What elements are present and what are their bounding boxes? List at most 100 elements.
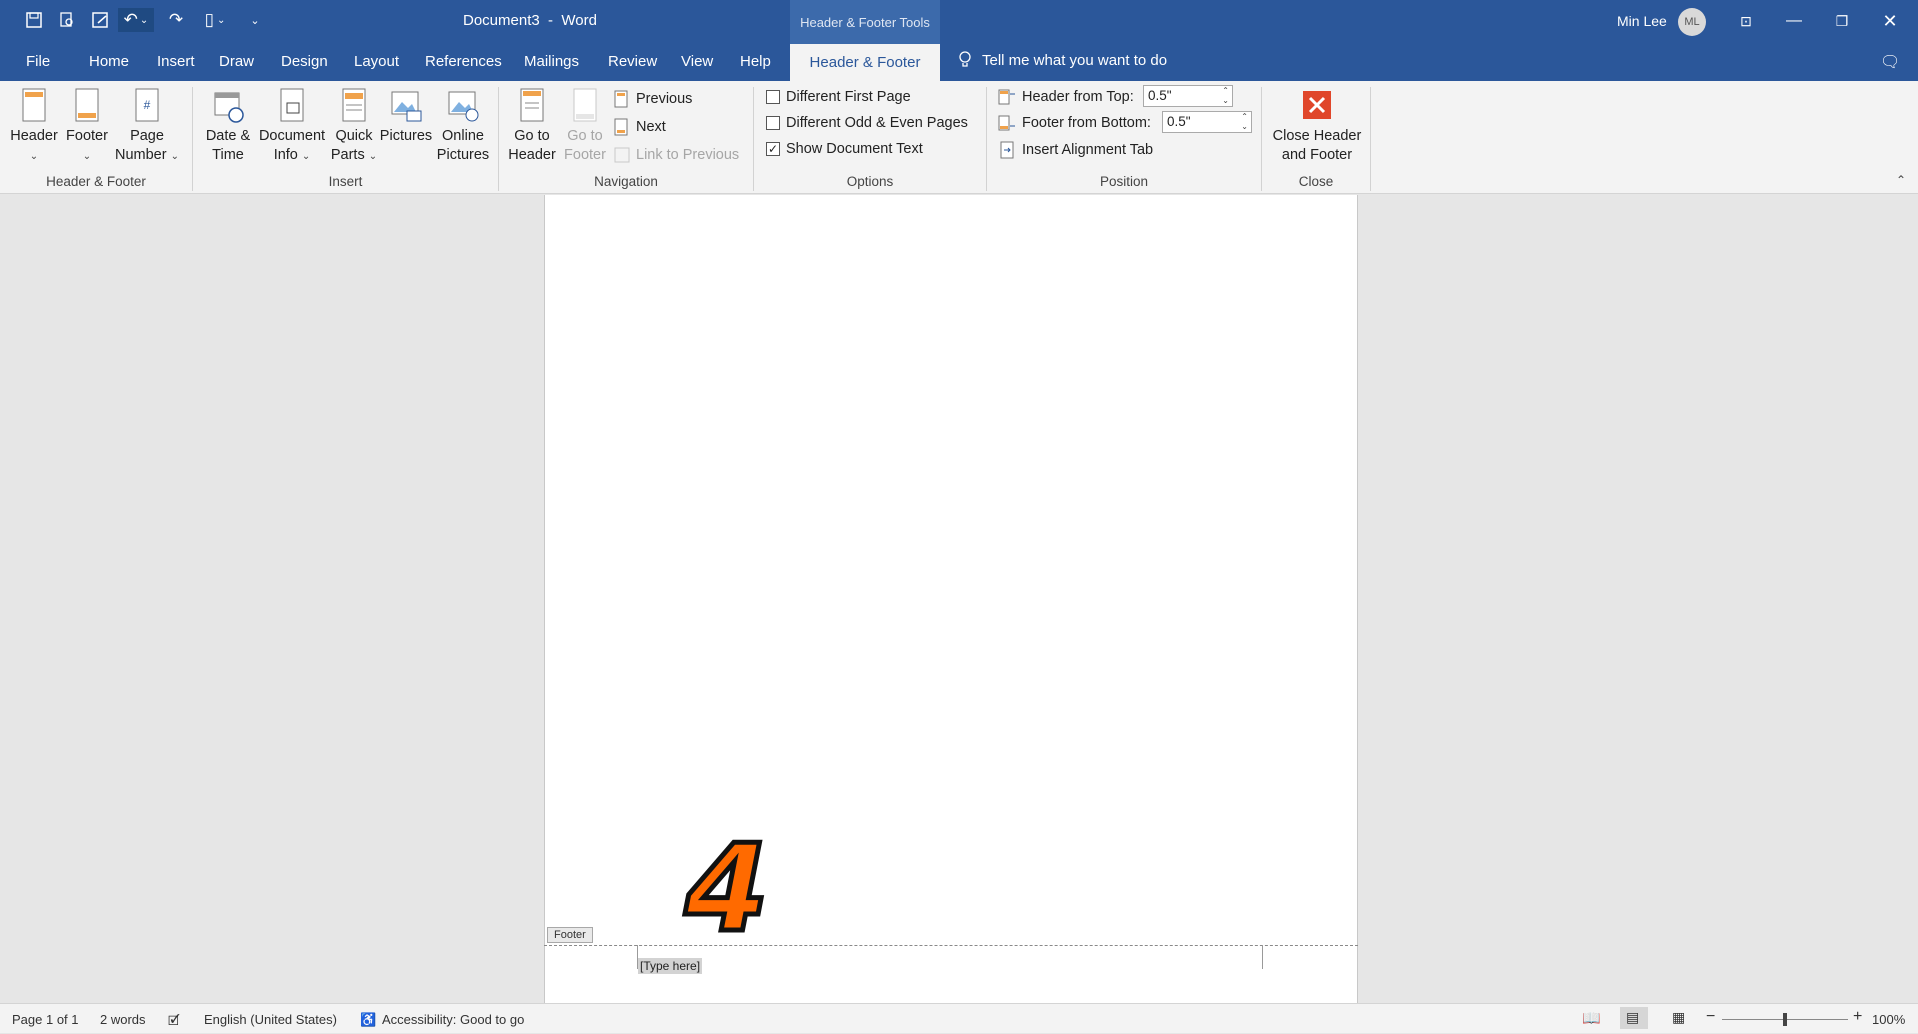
document-page[interactable] <box>544 195 1358 1003</box>
redo-icon[interactable]: ↷ <box>164 8 188 32</box>
header-position-icon <box>998 89 1015 105</box>
previous-section-icon <box>614 90 628 108</box>
group-label-insert: Insert <box>328 174 363 189</box>
checkmark-icon[interactable]: ✓ <box>766 142 780 156</box>
tab-view[interactable]: View <box>681 53 713 70</box>
minimize-icon[interactable]: — <box>1774 6 1814 36</box>
calendar-icon <box>214 92 244 123</box>
spinner-arrows-icon[interactable]: ⌃ ⌄ <box>1222 86 1229 106</box>
page-count[interactable]: Page 1 of 1 <box>12 1012 79 1027</box>
document-info-button[interactable]: Document Info ⌄ <box>256 87 328 166</box>
tab-help[interactable]: Help <box>740 53 771 70</box>
word-count[interactable]: 2 words <box>100 1012 146 1027</box>
group-label-close: Close <box>1298 174 1334 189</box>
previous-button[interactable]: Previous <box>614 90 692 108</box>
document-title: Document3 - Word <box>463 12 597 29</box>
tab-mailings[interactable]: Mailings <box>524 53 579 70</box>
online-pictures-button[interactable]: Online Pictures <box>434 87 492 165</box>
avatar[interactable]: ML <box>1678 8 1706 36</box>
accessibility-icon[interactable]: ♿ <box>360 1012 376 1028</box>
collapse-ribbon-icon[interactable]: ⌃ <box>1896 173 1906 187</box>
checkbox-unchecked[interactable] <box>766 90 780 104</box>
tab-file[interactable]: File <box>26 53 50 70</box>
tab-design[interactable]: Design <box>281 53 328 70</box>
close-header-footer-button[interactable]: Close Header and Footer <box>1267 87 1367 165</box>
header-icon <box>22 88 46 122</box>
go-to-footer-button[interactable]: Go to Footer <box>560 87 610 165</box>
ribbon: Header ⌄ Footer ⌄ # Page Number ⌄ Header & … <box>0 81 1918 194</box>
group-label-options: Options <box>846 174 894 189</box>
tab-draw[interactable]: Draw <box>219 53 254 70</box>
pictures-icon <box>391 91 422 122</box>
comments-icon[interactable]: 🗨 <box>1880 52 1900 72</box>
zoom-level[interactable]: 100% <box>1872 1012 1905 1027</box>
group-label-navigation: Navigation <box>594 174 658 189</box>
footer-from-bottom-spinner[interactable]: 0.5" ⌃ ⌄ <box>1162 111 1252 133</box>
different-odd-even-checkbox[interactable]: Different Odd & Even Pages <box>766 115 968 131</box>
language[interactable]: English (United States) <box>204 1012 337 1027</box>
pictures-button[interactable]: Pictures <box>378 87 434 146</box>
next-section-icon <box>614 118 628 136</box>
restore-icon[interactable]: ❐ <box>1822 6 1862 36</box>
tell-me-label: Tell me what you want to do <box>982 51 1168 69</box>
zoom-slider-thumb[interactable] <box>1783 1013 1787 1026</box>
next-button[interactable]: Next <box>614 118 666 136</box>
save-as-icon[interactable] <box>88 8 112 32</box>
margin-corner-right <box>1262 945 1286 969</box>
tab-header-footer[interactable]: Header & Footer <box>790 44 940 81</box>
save-icon[interactable] <box>22 8 46 32</box>
zoom-in-icon[interactable]: + <box>1853 1008 1862 1026</box>
close-x-icon <box>1303 91 1331 119</box>
group-label-position: Position <box>1099 174 1149 189</box>
close-icon[interactable]: ✕ <box>1870 6 1910 36</box>
quick-parts-button[interactable]: Quick Parts ⌄ <box>330 87 378 166</box>
spinner-arrows-icon[interactable]: ⌃ ⌄ <box>1241 112 1248 132</box>
go-to-header-button[interactable]: Go to Header <box>504 87 560 165</box>
tab-home[interactable]: Home <box>89 53 129 70</box>
page-number-button[interactable]: # Page Number ⌄ <box>112 87 182 166</box>
tab-layout[interactable]: Layout <box>354 53 399 70</box>
tab-insert[interactable]: Insert <box>157 53 195 70</box>
tab-review[interactable]: Review <box>608 53 657 70</box>
alignment-tab-icon <box>1000 141 1014 159</box>
lightbulb-icon <box>959 51 971 67</box>
read-mode-icon[interactable]: 📖 <box>1582 1009 1601 1027</box>
footer-position-icon <box>998 115 1015 131</box>
date-time-button[interactable]: Date & Time <box>200 87 256 165</box>
print-layout-glyph-icon: ▤ <box>1626 1009 1640 1025</box>
step-number-overlay: 4 <box>683 820 771 959</box>
customize-toolbar-icon[interactable]: ⌄ <box>243 8 267 32</box>
tab-references[interactable]: References <box>425 53 502 70</box>
layout-options-icon[interactable]: ▯ ⌄ <box>197 8 233 32</box>
tell-me-search[interactable]: Tell me what you want to do <box>958 51 1167 69</box>
footer-button[interactable]: Footer ⌄ <box>62 87 112 166</box>
quick-parts-icon <box>342 88 366 122</box>
document-info-icon <box>280 88 304 122</box>
proofing-icon[interactable]: 🗹 <box>168 1012 180 1034</box>
user-name[interactable]: Min Lee <box>1617 13 1667 29</box>
margin-corner-left <box>614 945 638 969</box>
link-to-previous-button[interactable]: Link to Previous <box>614 146 739 164</box>
page-number-icon: # <box>135 88 159 122</box>
different-first-page-checkbox[interactable]: Different First Page <box>766 89 911 105</box>
go-to-footer-icon <box>573 88 597 122</box>
header-from-top-label: Header from Top: <box>998 89 1134 105</box>
zoom-out-icon[interactable]: − <box>1706 1008 1715 1026</box>
ribbon-tabs: File Home Insert Draw Design Layout Refe… <box>0 44 1918 81</box>
undo-icon[interactable]: ↶ ⌄ <box>118 8 154 32</box>
checkbox-unchecked[interactable] <box>766 116 780 130</box>
online-pictures-icon <box>448 91 479 122</box>
contextual-tab-title: Header & Footer Tools <box>790 0 940 44</box>
header-from-top-spinner[interactable]: 0.5" ⌃ ⌄ <box>1143 85 1233 107</box>
group-label-header-footer: Header & Footer <box>46 174 146 189</box>
header-button[interactable]: Header ⌄ <box>8 87 60 166</box>
accessibility-status[interactable]: Accessibility: Good to go <box>382 1012 524 1027</box>
show-document-text-checkbox[interactable]: ✓ Show Document Text <box>766 141 923 157</box>
group-separator <box>1370 87 1371 191</box>
web-layout-icon[interactable]: ▦ <box>1672 1009 1685 1026</box>
status-bar: Page 1 of 1 2 words 🗹 English (United St… <box>0 1003 1918 1033</box>
footer-placeholder[interactable]: [Type here] <box>638 958 703 974</box>
print-preview-icon[interactable] <box>55 8 79 32</box>
insert-alignment-tab-button[interactable]: Insert Alignment Tab <box>998 141 1153 159</box>
ribbon-display-options-icon[interactable]: ⊡ <box>1726 6 1766 36</box>
